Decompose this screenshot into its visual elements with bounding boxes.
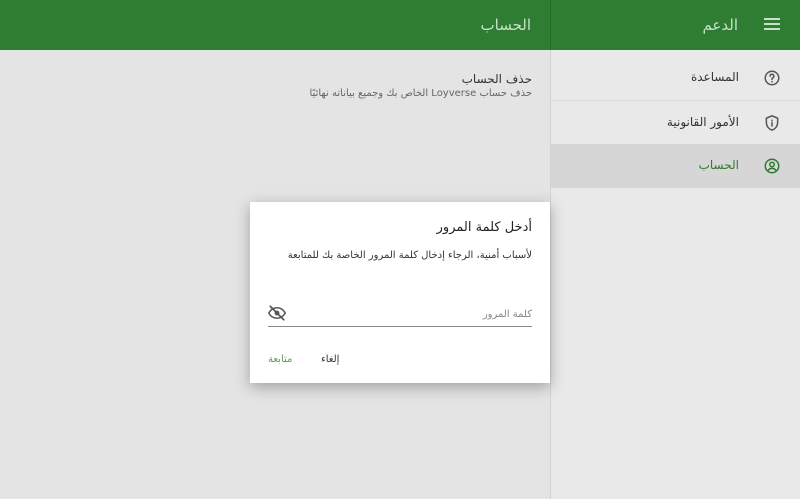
app-bar: الحساب الدعم [0, 0, 800, 50]
sidebar-title: الدعم [702, 16, 738, 34]
cancel-button[interactable]: إلغاء [321, 354, 339, 365]
dialog-title: أدخل كلمة المرور [436, 220, 532, 235]
sidebar: المساعدة الأمور القانونية الحساب [550, 50, 800, 499]
menu-icon[interactable] [764, 18, 780, 32]
password-input[interactable] [268, 302, 532, 327]
help-circle-icon [764, 70, 780, 86]
delete-account-title[interactable]: حذف الحساب [462, 72, 532, 86]
continue-button[interactable]: متابعة [268, 354, 292, 365]
page-title: الحساب [480, 16, 532, 34]
account-circle-icon [764, 158, 780, 174]
sidebar-item-label: الأمور القانونية [666, 115, 739, 129]
shield-info-icon [765, 115, 779, 131]
dialog-message: لأسباب أمنية، الرجاء إدخال كلمة المرور ا… [287, 250, 532, 261]
delete-account-description: حذف حساب Loyverse الخاص بك وجميع بياناته… [309, 88, 532, 99]
sidebar-item-label: الحساب [698, 158, 739, 172]
eye-off-icon[interactable] [268, 305, 286, 321]
sidebar-item-label: المساعدة [690, 70, 739, 84]
sidebar-item-help[interactable]: المساعدة [551, 56, 800, 101]
password-dialog: أدخل كلمة المرور لأسباب أمنية، الرجاء إد… [250, 202, 550, 383]
app-bar-divider [550, 0, 551, 50]
sidebar-item-legal[interactable]: الأمور القانونية [551, 101, 800, 146]
sidebar-item-account[interactable]: الحساب [551, 144, 800, 188]
